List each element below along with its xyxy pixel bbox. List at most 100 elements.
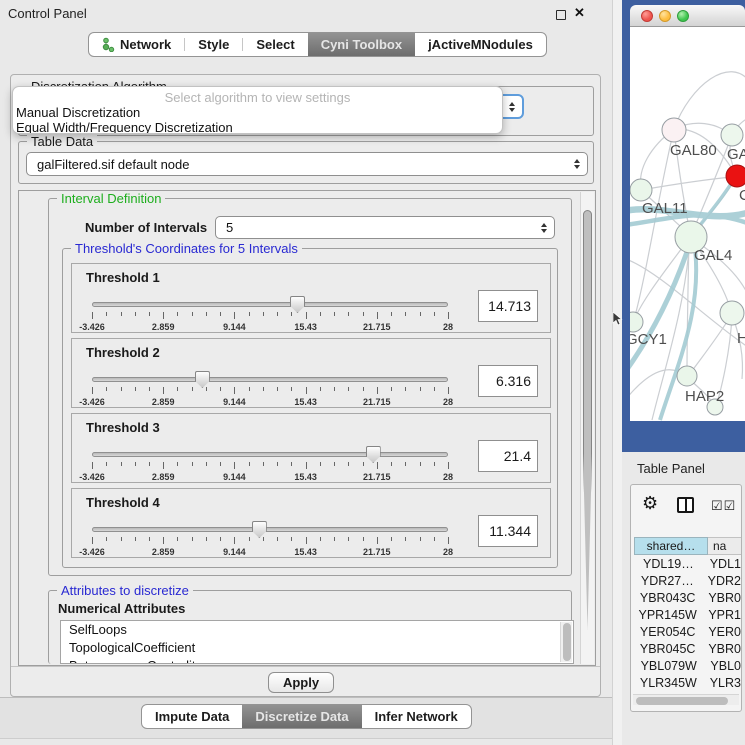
threshold-value-field[interactable]: 6.316 xyxy=(478,365,538,397)
tick-mark xyxy=(420,462,421,466)
slider-thumb[interactable] xyxy=(290,296,305,313)
threshold-value-field[interactable]: 21.4 xyxy=(478,440,538,472)
table-row[interactable]: YER054CYER0 xyxy=(634,623,741,640)
red-node[interactable] xyxy=(726,165,745,187)
tick-mark xyxy=(106,537,107,541)
number-of-intervals-label: Number of Intervals xyxy=(85,220,207,235)
table-row[interactable]: YPR145WYPR1 xyxy=(634,606,741,623)
cell-name: YBL0 xyxy=(703,659,741,673)
tab-cyni-toolbox[interactable]: Cyni Toolbox xyxy=(308,33,415,56)
tick-mark xyxy=(163,387,164,394)
tab-style[interactable]: Style xyxy=(185,33,242,56)
table-data-combobox[interactable]: galFiltered.sif default node xyxy=(26,152,588,176)
list-scrollbar-thumb[interactable] xyxy=(563,623,571,661)
tick-mark xyxy=(348,312,349,316)
cell-shared-name: YER054C xyxy=(634,625,701,639)
zoom-traffic-light-icon[interactable] xyxy=(677,10,689,22)
tick-mark xyxy=(106,462,107,466)
cell-name: YBR0 xyxy=(701,642,741,656)
horizontal-scrollbar[interactable] xyxy=(633,694,739,705)
threshold-value-field[interactable]: 11.344 xyxy=(478,515,538,547)
thresholds-group: Threshold's Coordinates for 5 Intervals … xyxy=(62,248,558,568)
bottom-tab-infer-network[interactable]: Infer Network xyxy=(362,705,471,728)
slider-track[interactable] xyxy=(92,377,448,382)
network-canvas[interactable]: GAL80GACGAL11GAL4GCY1HHAP2 xyxy=(630,27,745,421)
node[interactable] xyxy=(720,301,744,325)
tick-mark xyxy=(149,537,150,541)
table-row[interactable]: YBR043CYBR0 xyxy=(634,589,741,606)
cell-shared-name: YDL19… xyxy=(634,557,703,571)
combobox-stepper-icon xyxy=(509,102,515,112)
network-window-titlebar[interactable] xyxy=(630,5,745,27)
slider-track[interactable] xyxy=(92,452,448,457)
threshold-slider[interactable]: -3.4262.8599.14415.4321.71528 xyxy=(92,371,448,407)
threshold-value-field[interactable]: 14.713 xyxy=(478,290,538,322)
slider-track[interactable] xyxy=(92,527,448,532)
tick-label: 28 xyxy=(420,322,476,332)
gcy1-node[interactable] xyxy=(630,312,643,332)
threshold-slider[interactable]: -3.4262.8599.14415.4321.71528 xyxy=(92,296,448,332)
tick-mark xyxy=(121,387,122,391)
tick-label: 21.715 xyxy=(349,322,405,332)
tab-jactivemnodules[interactable]: jActiveMNodules xyxy=(415,33,546,56)
tick-label: 28 xyxy=(420,397,476,407)
tick-mark xyxy=(420,537,421,541)
tick-mark xyxy=(363,537,364,541)
tick-mark xyxy=(391,537,392,541)
close-icon[interactable]: ✕ xyxy=(574,5,585,21)
scrollbar-thumb[interactable] xyxy=(583,210,592,630)
gal80-node[interactable] xyxy=(662,118,686,142)
bottom-tab-impute-data[interactable]: Impute Data xyxy=(142,705,242,728)
gear-icon[interactable]: ⚙ xyxy=(642,493,658,514)
select-columns-icon[interactable]: ☑☑ xyxy=(711,498,736,514)
close-traffic-light-icon[interactable] xyxy=(641,10,653,22)
numerical-attributes-list[interactable]: SelfLoopsTopologicalCoefficientBetweenne… xyxy=(60,620,574,664)
apply-button[interactable]: Apply xyxy=(268,672,334,693)
tick-mark xyxy=(363,387,364,391)
tick-mark xyxy=(291,312,292,316)
node-label: GAL11 xyxy=(642,200,688,217)
tick-mark xyxy=(249,537,250,541)
column-layout-icon[interactable] xyxy=(677,497,694,513)
minimize-traffic-light-icon[interactable] xyxy=(659,10,671,22)
list-scrollbar[interactable] xyxy=(560,622,572,662)
threshold-label: Threshold 3 xyxy=(86,420,160,435)
tick-mark xyxy=(434,537,435,541)
slider-thumb[interactable] xyxy=(366,446,381,463)
tab-network[interactable]: Network xyxy=(89,33,184,56)
column-header-1[interactable]: shared… xyxy=(634,537,708,555)
algorithm-option-equal-width[interactable]: Equal Width/Frequency Discretization xyxy=(13,120,502,134)
table-row[interactable]: YBL079WYBL0 xyxy=(634,657,741,674)
table-row[interactable]: YLR345WYLR3 xyxy=(634,674,741,691)
tick-mark xyxy=(249,462,250,466)
threshold-slider[interactable]: -3.4262.8599.14415.4321.71528 xyxy=(92,446,448,482)
table-row[interactable]: YDL19…YDL1 xyxy=(634,555,741,572)
threshold-slider[interactable]: -3.4262.8599.14415.4321.71528 xyxy=(92,521,448,557)
thresholds-group-title: Threshold's Coordinates for 5 Intervals xyxy=(71,241,302,256)
float-window-icon[interactable] xyxy=(556,10,566,20)
tab-select[interactable]: Select xyxy=(243,33,307,56)
algorithm-option-manual[interactable]: Manual Discretization xyxy=(13,105,502,120)
tick-mark xyxy=(177,537,178,541)
attribute-list-item[interactable]: BetweennessCentrality xyxy=(61,657,573,664)
node[interactable] xyxy=(630,179,652,201)
number-of-intervals-combobox[interactable]: 5 xyxy=(215,216,555,239)
bottom-tab-discretize-data[interactable]: Discretize Data xyxy=(242,705,361,728)
slider-thumb[interactable] xyxy=(252,521,267,538)
vertical-scrollbar[interactable] xyxy=(580,192,594,664)
horizontal-scrollbar-thumb[interactable] xyxy=(636,697,728,705)
tick-mark xyxy=(377,537,378,544)
table-row[interactable]: YDR27…YDR2 xyxy=(634,572,741,589)
slider-track[interactable] xyxy=(92,302,448,307)
panel-divider[interactable] xyxy=(612,0,622,745)
node[interactable] xyxy=(721,124,743,146)
tick-mark xyxy=(106,312,107,316)
attribute-list-item[interactable]: TopologicalCoefficient xyxy=(61,639,573,657)
hap2-node[interactable] xyxy=(677,366,697,386)
column-header-2[interactable]: na xyxy=(708,537,742,555)
tick-mark xyxy=(348,462,349,466)
tick-mark xyxy=(306,537,307,544)
slider-thumb[interactable] xyxy=(195,371,210,388)
attribute-list-item[interactable]: SelfLoops xyxy=(61,621,573,639)
table-row[interactable]: YBR045CYBR0 xyxy=(634,640,741,657)
